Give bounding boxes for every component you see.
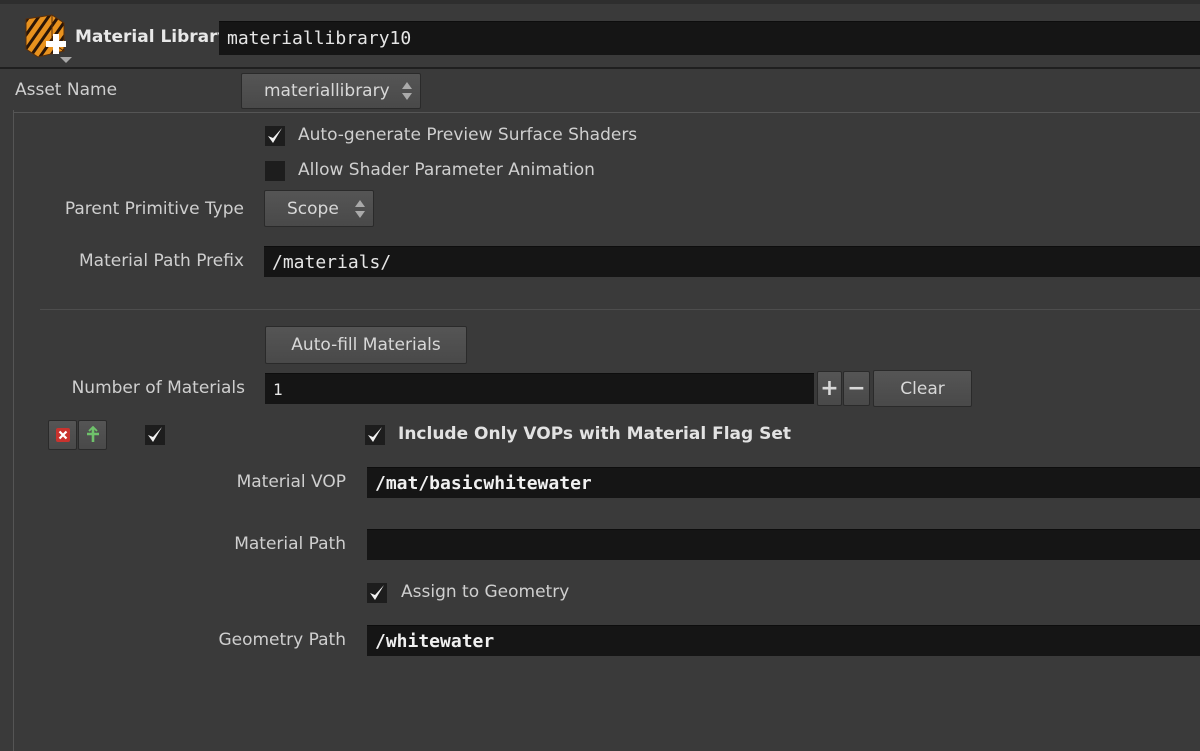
- section-divider: [40, 309, 1200, 310]
- remove-x-icon: [55, 428, 70, 442]
- parent-primitive-type-label: Parent Primitive Type: [64, 199, 244, 219]
- asset-divider: [14, 112, 1200, 113]
- minus-icon: −: [847, 376, 866, 401]
- node-name-field[interactable]: materiallibrary10: [219, 21, 1200, 55]
- assign-to-geometry-checkbox[interactable]: [367, 583, 387, 603]
- add-material-button[interactable]: +: [817, 371, 842, 406]
- entry-enable-checkbox[interactable]: [145, 425, 165, 445]
- allow-animation-label: Allow Shader Parameter Animation: [298, 160, 595, 180]
- include-only-vops-label: Include Only VOPs with Material Flag Set: [398, 424, 791, 444]
- checkmark-icon: [368, 427, 382, 442]
- asset-name-menu[interactable]: materiallibrary: [241, 73, 421, 109]
- asset-name-label: Asset Name: [15, 80, 118, 100]
- material-path-prefix-field[interactable]: /materials/: [264, 246, 1200, 277]
- geometry-path-label: Geometry Path: [218, 630, 346, 650]
- auto-generate-label: Auto-generate Preview Surface Shaders: [298, 125, 638, 145]
- auto-fill-materials-button[interactable]: Auto-fill Materials: [265, 326, 467, 364]
- material-path-prefix-label: Material Path Prefix: [78, 251, 244, 271]
- number-of-materials-field[interactable]: 1: [265, 373, 814, 404]
- geometry-path-field[interactable]: /whitewater: [367, 625, 1200, 656]
- parent-primitive-type-menu[interactable]: Scope: [264, 190, 374, 227]
- menu-arrows-icon: [402, 82, 412, 100]
- checkmark-icon: [370, 585, 384, 600]
- auto-generate-checkbox[interactable]: [265, 126, 285, 146]
- material-vop-label: Material VOP: [236, 472, 346, 492]
- checkmark-icon: [268, 128, 282, 143]
- checkmark-icon: [148, 427, 162, 442]
- material-path-label: Material Path: [234, 534, 346, 554]
- material-vop-field[interactable]: /mat/basicwhitewater: [367, 467, 1200, 498]
- header-divider: [0, 67, 1200, 69]
- insert-entry-button[interactable]: [78, 420, 107, 450]
- material-library-node-icon[interactable]: [20, 13, 72, 65]
- assign-to-geometry-label: Assign to Geometry: [401, 582, 570, 602]
- clear-materials-button[interactable]: Clear: [873, 370, 972, 407]
- menu-arrows-icon: [355, 199, 365, 218]
- include-only-vops-checkbox[interactable]: [365, 425, 385, 445]
- number-of-materials-label: Number of Materials: [71, 378, 245, 398]
- material-path-field[interactable]: [367, 529, 1200, 560]
- plus-icon: +: [820, 376, 839, 401]
- remove-entry-button[interactable]: [48, 420, 77, 450]
- allow-animation-checkbox[interactable]: [265, 161, 285, 181]
- asset-name-value: materiallibrary: [264, 81, 390, 101]
- insert-plus-icon: [86, 426, 99, 442]
- header-top-edge: [0, 0, 1200, 4]
- node-type-label: Material Library: [75, 27, 229, 47]
- remove-material-button[interactable]: −: [843, 371, 870, 406]
- parent-primitive-type-value: Scope: [287, 198, 339, 219]
